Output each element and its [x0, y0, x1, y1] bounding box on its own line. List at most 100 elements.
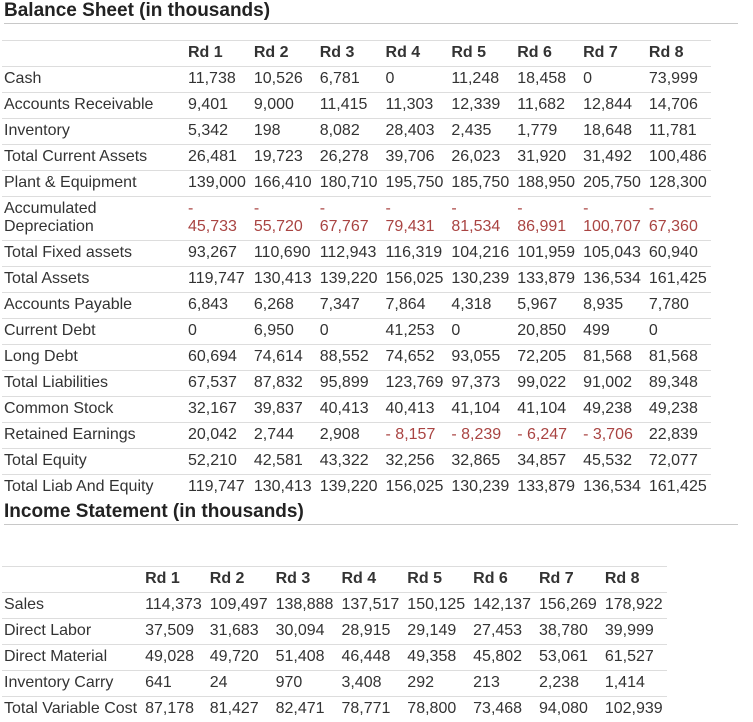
cell-value: 130,239: [447, 474, 514, 500]
balance-sheet-heading: Balance Sheet (in thousands): [4, 0, 738, 24]
table-row: Total Variable Cost 87,178 81,427 82,471 78,…: [2, 696, 667, 722]
cell-value: 32,256: [381, 448, 448, 475]
cell-value: 178,922: [600, 592, 667, 619]
cell-value: -100,707: [579, 196, 645, 241]
cell-value: 150,125: [403, 592, 470, 619]
row-label: Inventory: [2, 118, 184, 145]
cell-value: 109,497: [205, 592, 272, 619]
negative-sign: -: [253, 200, 260, 217]
cell-value: 89,348: [644, 370, 711, 397]
cell-value: 139,000: [184, 170, 250, 197]
cell-value: 24: [205, 670, 272, 697]
negative-sign: -: [583, 200, 589, 217]
cell-value: 99,022: [513, 370, 580, 397]
cell-value: 53,061: [534, 644, 601, 671]
cell-value: 2,435: [447, 118, 514, 145]
cell-value: 110,690: [249, 240, 316, 267]
cell-value: 6,950: [249, 318, 316, 345]
cell-value: 205,750: [579, 170, 645, 197]
cell-value: 45,802: [469, 644, 535, 671]
table-row: Direct Labor 37,509 31,683 30,094 28,915 29,1…: [2, 618, 667, 645]
cell-value: 95,899: [315, 370, 382, 397]
cell-value: -45,733: [184, 196, 250, 241]
cell-value: 81,568: [644, 344, 711, 371]
cell-value: 11,682: [513, 92, 580, 119]
cell-number: 100,707: [583, 218, 641, 235]
cell-value: 105,043: [579, 240, 645, 267]
cell-value: 30,094: [271, 618, 338, 645]
column-header: Rd 6: [513, 40, 580, 67]
cell-value: 0: [184, 318, 250, 345]
cell-value: 26,481: [184, 144, 250, 171]
cell-value: -55,720: [249, 196, 316, 241]
column-header: Rd 3: [271, 566, 338, 593]
cell-value: 29,149: [403, 618, 470, 645]
cell-value: 32,167: [184, 396, 250, 423]
cell-value: 130,413: [249, 474, 316, 500]
column-header: Rd 5: [447, 40, 514, 67]
cell-value: 136,534: [579, 266, 645, 293]
cell-value: 61,527: [600, 644, 667, 671]
cell-value: 51,408: [271, 644, 338, 671]
cell-value: 39,999: [600, 618, 667, 645]
cell-value: 2,908: [315, 422, 382, 449]
cell-value: 185,750: [447, 170, 514, 197]
column-header: Rd 7: [579, 40, 645, 67]
cell-value: 7,780: [644, 292, 711, 319]
cell-value: 0: [381, 66, 448, 93]
cell-value: 100,486: [644, 144, 711, 171]
cell-value: 213: [469, 670, 535, 697]
row-label: Accounts Receivable: [2, 92, 184, 119]
row-label-header: [2, 40, 184, 67]
cell-value: 7,347: [315, 292, 382, 319]
cell-number: 55,720: [253, 218, 303, 235]
cell-value: 156,269: [534, 592, 601, 619]
cell-value: 41,104: [447, 396, 514, 423]
cell-value: 970: [271, 670, 338, 697]
table-row: Accounts Receivable 9,401 9,000 11,415 11,30…: [2, 92, 711, 119]
column-header: Rd 1: [141, 566, 206, 593]
row-label: Plant & Equipment: [2, 170, 184, 197]
cell-value: 20,042: [184, 422, 250, 449]
cell-value: 5,967: [513, 292, 580, 319]
cell-number: 79,431: [385, 218, 435, 235]
column-header: Rd 1: [184, 40, 250, 67]
cell-value: 10,526: [249, 66, 316, 93]
cell-value: -67,767: [315, 196, 382, 241]
row-label: Total Variable Cost: [2, 696, 142, 722]
cell-value: 22,839: [644, 422, 711, 449]
table-row: Plant & Equipment 139,000 166,410 180,710 19…: [2, 170, 711, 197]
cell-value: 9,000: [249, 92, 316, 119]
cell-value: 67,537: [184, 370, 250, 397]
cell-value: 6,781: [315, 66, 382, 93]
cell-value: 292: [403, 670, 470, 697]
cell-value: 2,238: [534, 670, 601, 697]
cell-value: 130,413: [249, 266, 316, 293]
column-header: Rd 2: [249, 40, 316, 67]
row-label: Inventory Carry: [2, 670, 142, 697]
cell-value: 31,492: [579, 144, 645, 171]
cell-value: 7,864: [381, 292, 448, 319]
cell-value: 38,780: [534, 618, 601, 645]
column-header: Rd 4: [381, 40, 448, 67]
cell-value: 49,028: [141, 644, 206, 671]
cell-value: 60,694: [184, 344, 250, 371]
cell-value: 0: [447, 318, 514, 345]
table-row: Accumulated Depreciation -45,733-55,720-6…: [2, 196, 711, 241]
cell-value: 91,002: [579, 370, 645, 397]
cell-value: 5,342: [184, 118, 250, 145]
column-header: Rd 6: [469, 566, 535, 593]
cell-value: 128,300: [644, 170, 711, 197]
table-row: Common Stock 32,167 39,837 40,413 40,413 41,1…: [2, 396, 711, 423]
row-label: Direct Material: [2, 644, 142, 671]
cell-value: 142,137: [469, 592, 535, 619]
cell-value: 139,220: [315, 266, 382, 293]
row-label: Total Liab And Equity: [2, 474, 184, 500]
cell-value: 119,747: [184, 266, 250, 293]
cell-number: 67,360: [648, 218, 698, 235]
balance-sheet-table: Rd 1 Rd 2 Rd 3 Rd 4 Rd 5 Rd 6 Rd 7 Rd 8 Cash 11,7…: [2, 40, 711, 500]
cell-value: 41,253: [381, 318, 448, 345]
cell-value: 9,401: [184, 92, 250, 119]
row-label: Accumulated Depreciation: [2, 196, 184, 241]
cell-value: 28,915: [337, 618, 404, 645]
